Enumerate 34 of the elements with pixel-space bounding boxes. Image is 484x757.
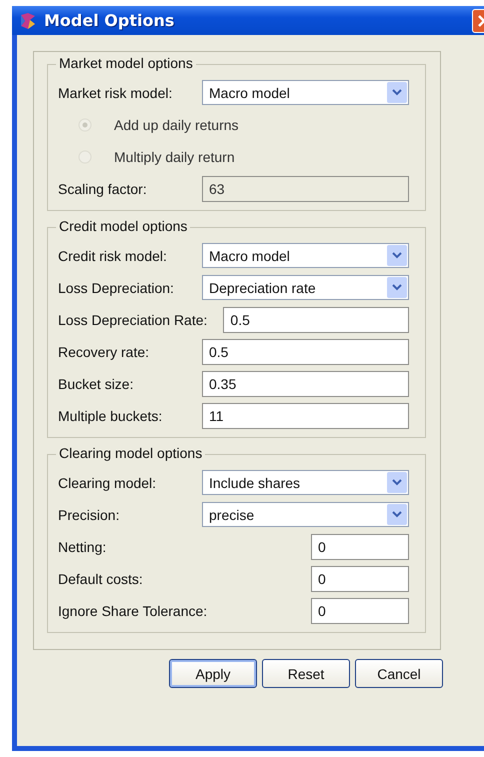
- dialog-button[interactable]: Cancel: [355, 659, 443, 688]
- field-label: Loss Depreciation:: [58, 280, 175, 296]
- group-title: Market model options: [56, 55, 196, 71]
- field-label: Market risk model:: [58, 84, 174, 100]
- input-field[interactable]: 0: [311, 598, 409, 624]
- radio-label: Add up daily returns: [114, 116, 239, 132]
- dropdown[interactable]: Macro model: [202, 243, 409, 268]
- input-field[interactable]: 0: [311, 534, 409, 560]
- dropdown[interactable]: Depreciation rate: [202, 275, 409, 300]
- input-field[interactable]: 0.35: [202, 370, 409, 396]
- field-label: Netting:: [58, 538, 106, 554]
- field-label: Default costs:: [58, 570, 143, 586]
- group-title: Credit model options: [56, 218, 190, 234]
- dialog-button[interactable]: Reset: [262, 659, 350, 688]
- field-label: Ignore Share Tolerance:: [58, 602, 208, 618]
- field-label: Scaling factor:: [58, 180, 148, 196]
- dialog-button[interactable]: Apply: [169, 659, 257, 688]
- input-field[interactable]: 0: [311, 566, 409, 592]
- field-label: Clearing model:: [58, 474, 158, 490]
- dropdown[interactable]: precise: [202, 502, 409, 527]
- window-title: Model Options: [44, 11, 174, 30]
- field-label: Recovery rate:: [58, 344, 150, 360]
- field-label: Multiple buckets:: [58, 408, 164, 424]
- group-title: Clearing model options: [56, 445, 206, 461]
- input-field[interactable]: 0.5: [223, 306, 409, 332]
- dropdown[interactable]: Include shares: [202, 470, 409, 495]
- field-label: Loss Depreciation Rate:: [58, 312, 208, 328]
- radio-label: Multiply daily return: [114, 148, 235, 164]
- dropdown[interactable]: Macro model: [202, 80, 409, 105]
- field-label: Credit risk model:: [58, 248, 168, 264]
- field-label: Precision:: [58, 506, 120, 522]
- input-field[interactable]: 0.5: [202, 338, 409, 364]
- field-label: Bucket size:: [58, 376, 134, 392]
- input-field[interactable]: 11: [202, 402, 409, 428]
